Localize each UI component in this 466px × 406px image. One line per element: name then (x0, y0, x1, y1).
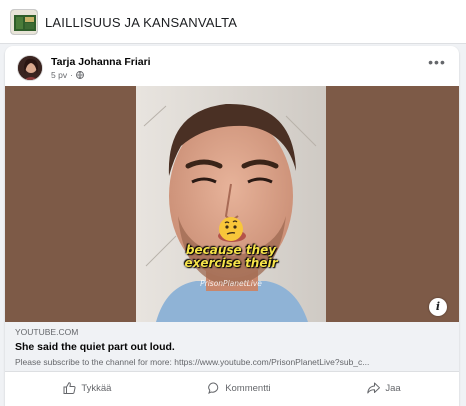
video-watermark: PrisonPlanetLive (200, 279, 262, 288)
share-button[interactable]: Jaa (349, 378, 418, 398)
post-card: Tarja Johanna Friari 5 pv · ••• because … (5, 46, 459, 406)
info-icon[interactable]: i (429, 298, 447, 316)
post-actions: Tykkää Kommentti Jaa (15, 375, 449, 401)
comment-button[interactable]: Kommentti (190, 378, 288, 398)
link-title[interactable]: She said the quiet part out loud. (15, 341, 175, 353)
author-avatar[interactable] (17, 55, 43, 81)
more-options-button[interactable]: ••• (427, 55, 447, 72)
comment-label: Kommentti (225, 382, 271, 394)
video-thumbnail[interactable]: because they exercise their PrisonPlanet… (5, 86, 459, 322)
link-preview[interactable]: YOUTUBE.COM She said the quiet part out … (5, 322, 459, 372)
thinking-emoji-icon (219, 217, 243, 241)
group-name[interactable]: LAILLISUUS JA KANSANVALTA (45, 15, 237, 30)
share-label: Jaa (385, 382, 401, 394)
link-description: Please subscribe to the channel for more… (15, 357, 370, 367)
thumbs-up-icon (63, 382, 76, 394)
video-frame: because they exercise their PrisonPlanet… (136, 86, 326, 322)
meta-separator: · (70, 70, 73, 80)
video-caption-line-2: exercise their (184, 256, 278, 270)
like-button[interactable]: Tykkää (45, 378, 129, 398)
comment-icon (208, 382, 219, 394)
group-thumbnail[interactable] (10, 9, 38, 35)
globe-icon (75, 71, 84, 79)
link-domain: YOUTUBE.COM (15, 327, 79, 337)
author-name[interactable]: Tarja Johanna Friari (51, 56, 151, 68)
post-time[interactable]: 5 pv (51, 70, 67, 80)
group-header: LAILLISUUS JA KANSANVALTA (0, 0, 466, 44)
like-label: Tykkää (81, 382, 112, 394)
post-meta: 5 pv · (51, 70, 84, 80)
share-icon (367, 382, 381, 394)
